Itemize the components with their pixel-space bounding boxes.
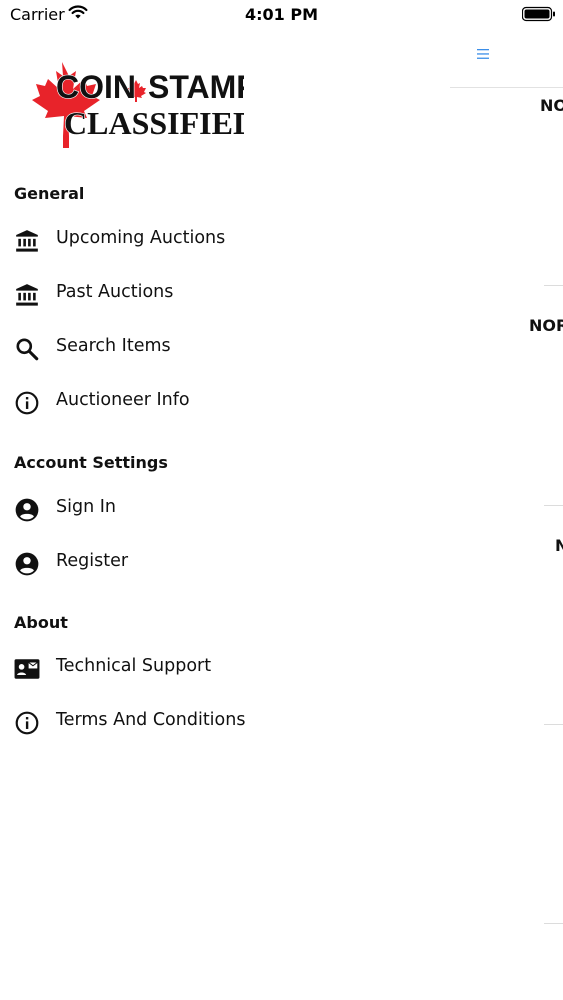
bank-icon — [16, 284, 38, 306]
section-heading-account-settings: Account Settings — [14, 453, 168, 472]
menu-item-label: Register — [56, 551, 129, 571]
background-card-label: NOR — [529, 316, 563, 335]
status-bar: Carrier 4:01 PM — [0, 0, 563, 30]
search-icon — [16, 338, 39, 361]
background-divider — [544, 724, 563, 725]
menu-item-label: Technical Support — [56, 656, 212, 676]
section-heading-about: About — [14, 613, 68, 632]
account-circle-icon — [15, 552, 39, 576]
logo-text-stamp: STAMP — [148, 69, 244, 105]
side-drawer: COIN STAMP CLASSIFIEDS General Upcoming … — [0, 30, 450, 1000]
section-heading-general: General — [14, 184, 85, 203]
menu-item-register[interactable]: Register — [0, 538, 450, 588]
background-divider — [544, 285, 563, 286]
info-icon — [15, 711, 39, 735]
background-card-label: NO — [540, 96, 563, 115]
app-screen: Carrier 4:01 PM NO NOR N COIN STAM CLASS… — [0, 0, 563, 1000]
background-page: NO NOR N — [450, 30, 563, 1000]
menu-item-label: Auctioneer Info — [56, 390, 190, 410]
account-circle-icon — [15, 498, 39, 522]
menu-item-terms-and-conditions[interactable]: Terms And Conditions — [0, 697, 450, 747]
menu-item-technical-support[interactable]: Technical Support — [0, 643, 450, 693]
background-divider — [544, 505, 563, 506]
menu-item-label: Sign In — [56, 497, 116, 517]
status-time: 4:01 PM — [244, 5, 318, 24]
menu-item-label: Terms And Conditions — [56, 710, 246, 730]
menu-item-label: Upcoming Auctions — [56, 228, 226, 248]
background-header-divider — [450, 87, 563, 88]
background-divider — [544, 923, 563, 924]
logo-text-classifieds: CLASSIFIEDS — [64, 105, 244, 141]
background-card-label: N — [555, 536, 563, 555]
menu-item-upcoming-auctions[interactable]: Upcoming Auctions — [0, 215, 450, 265]
menu-item-sign-in[interactable]: Sign In — [0, 484, 450, 534]
hamburger-icon[interactable] — [476, 47, 490, 61]
battery-icon — [522, 6, 555, 22]
menu-item-auctioneer-info[interactable]: Auctioneer Info — [0, 377, 450, 427]
logo-text-coin: COIN — [56, 69, 136, 105]
menu-item-past-auctions[interactable]: Past Auctions — [0, 269, 450, 319]
menu-item-label: Search Items — [56, 336, 171, 356]
bank-icon — [16, 230, 38, 252]
menu-item-search-items[interactable]: Search Items — [0, 323, 450, 373]
info-icon — [15, 391, 39, 415]
contact-mail-icon — [14, 659, 40, 679]
coin-stamp-classifieds-logo: COIN STAMP CLASSIFIEDS — [32, 62, 244, 148]
menu-item-label: Past Auctions — [56, 282, 174, 302]
